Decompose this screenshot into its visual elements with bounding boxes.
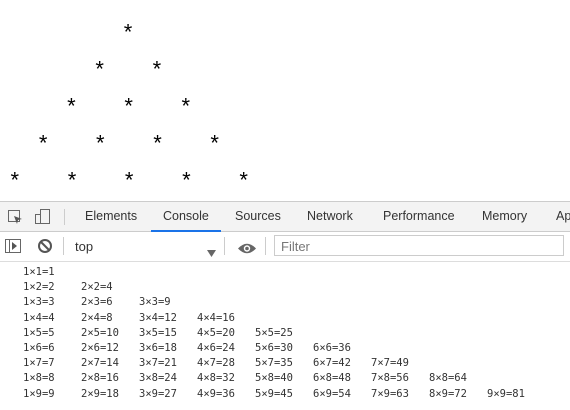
show-sidebar-icon[interactable] <box>5 238 21 258</box>
console-entry: 1×9=9 <box>23 387 55 400</box>
console-entry: 1×3=3 <box>23 296 55 309</box>
tab-console[interactable]: Console <box>151 202 221 232</box>
star: * <box>210 130 219 156</box>
star: * <box>239 167 248 193</box>
filter-input[interactable]: Filter <box>274 235 564 256</box>
console-entry: 8×9=72 <box>429 387 467 400</box>
console-entry: 3×9=27 <box>139 387 177 400</box>
console-entry: 6×7=42 <box>313 357 351 370</box>
star: * <box>95 56 104 82</box>
console-entry: 1×1=1 <box>23 266 55 278</box>
console-entry: 7×9=63 <box>371 387 409 400</box>
console-entry: 7×8=56 <box>371 372 409 385</box>
console-entry: 7×7=49 <box>371 357 409 370</box>
console-entry: 6×9=54 <box>313 387 351 400</box>
page-content: * * * * * * * * * * * * * * * <box>0 0 570 201</box>
console-entry: 8×8=64 <box>429 372 467 385</box>
console-entry: 2×7=14 <box>81 357 119 370</box>
inspect-element-icon[interactable] <box>7 209 23 229</box>
star: * <box>124 93 133 119</box>
console-entry: 4×6=24 <box>197 342 235 354</box>
console-entry: 5×5=25 <box>255 326 293 339</box>
console-entry: 2×5=10 <box>81 326 119 339</box>
console-toolbar: top Filter <box>0 232 570 262</box>
console-output: 1×1=1 1×2=2 2×2=4 1×3=3 2×3=6 3×3=9 1×4=4 2×4=8… <box>0 263 570 408</box>
console-entry: 6×6=36 <box>313 342 351 354</box>
divider <box>64 209 65 225</box>
console-entry: 2×9=18 <box>81 387 119 400</box>
console-entry: 2×6=12 <box>81 342 119 354</box>
console-entry: 9×9=81 <box>487 387 525 400</box>
console-entry: 2×3=6 <box>81 296 113 309</box>
console-entry: 1×4=4 <box>23 311 55 324</box>
star: * <box>38 130 48 156</box>
console-entry: 1×5=5 <box>23 326 55 339</box>
console-entry: 4×7=28 <box>197 357 235 370</box>
tab-sources[interactable]: Sources <box>235 202 281 231</box>
console-entry: 3×6=18 <box>139 342 177 354</box>
console-entry: 6×8=48 <box>313 372 351 385</box>
divider <box>265 237 266 255</box>
console-entry: 4×4=16 <box>197 311 235 324</box>
tab-elements[interactable]: Elements <box>85 202 137 231</box>
devtools-tabbar: Elements Console Sources Network Performance… <box>0 202 570 232</box>
console-entry: 1×6=6 <box>23 342 55 354</box>
clear-console-icon[interactable] <box>37 238 53 258</box>
star: * <box>123 19 133 45</box>
tab-performance[interactable]: Performance <box>383 202 455 231</box>
console-entry: 5×9=45 <box>255 387 293 400</box>
tab-network[interactable]: Network <box>307 202 353 231</box>
console-entry: 1×8=8 <box>23 372 55 385</box>
devtools-panel: Elements Console Sources Network Performance… <box>0 201 570 410</box>
divider <box>224 237 225 255</box>
star: * <box>10 167 20 193</box>
console-entry: 5×6=30 <box>255 342 293 354</box>
star: * <box>182 167 191 193</box>
console-entry: 2×4=8 <box>81 311 113 324</box>
tab-ap[interactable]: Ap <box>556 202 570 231</box>
context-selector[interactable]: top <box>75 239 93 254</box>
console-entry: 4×8=32 <box>197 372 235 385</box>
console-entry: 1×2=2 <box>23 281 55 294</box>
star: * <box>67 167 77 193</box>
console-entry: 3×3=9 <box>139 296 171 309</box>
console-entry: 5×7=35 <box>255 357 293 370</box>
tab-memory[interactable]: Memory <box>482 202 527 231</box>
device-toolbar-icon[interactable] <box>34 208 52 229</box>
console-entry: 4×9=36 <box>197 387 235 400</box>
star: * <box>152 56 162 82</box>
eye-icon[interactable] <box>237 240 257 259</box>
star: * <box>181 93 191 119</box>
console-entry: 3×8=24 <box>139 372 177 385</box>
dropdown-arrow-icon[interactable] <box>207 242 216 261</box>
star: * <box>153 130 162 156</box>
console-entry: 5×8=40 <box>255 372 293 385</box>
star: * <box>96 130 105 156</box>
star: * <box>67 93 76 119</box>
console-entry: 3×5=15 <box>139 326 177 339</box>
console-entry: 4×5=20 <box>197 326 235 339</box>
console-entry: 2×2=4 <box>81 281 113 294</box>
console-entry: 3×4=12 <box>139 311 177 324</box>
console-entry: 1×7=7 <box>23 357 55 370</box>
divider <box>63 237 64 255</box>
console-entry: 3×7=21 <box>139 357 177 370</box>
console-entry: 2×8=16 <box>81 372 119 385</box>
star: * <box>124 167 134 193</box>
